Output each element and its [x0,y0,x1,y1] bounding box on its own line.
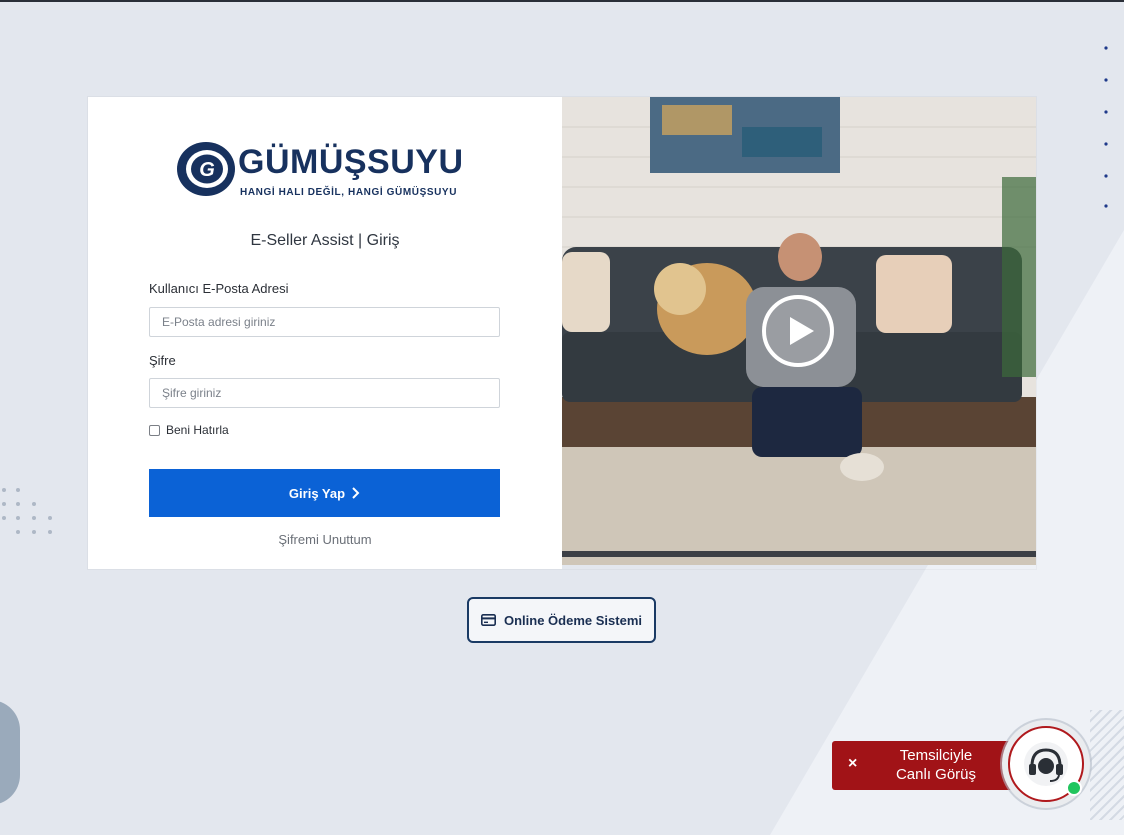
login-button-label: Giriş Yap [288,485,346,501]
password-label: Şifre [149,353,176,368]
online-payment-label: Online Ödeme Sistemi [504,612,642,628]
live-chat-bar[interactable]: × Temsilciyle Canlı Görüş [832,741,1022,790]
chat-label-line2: Canlı Görüş [895,766,977,783]
login-button[interactable]: Giriş Yap [149,469,500,517]
decorative-dots-left [2,488,52,534]
online-payment-button[interactable]: Online Ödeme Sistemi [467,597,656,643]
password-field[interactable] [149,378,500,408]
play-circle-icon[interactable] [760,293,836,369]
online-status-indicator [1066,780,1082,796]
forgot-password-link[interactable]: Şifremi Unuttum [88,532,562,547]
login-form-panel: G GÜMÜŞSUYU HANGİ HALI DEĞİL, HANGİ GÜMÜ… [88,97,562,569]
logo-mark-icon: G [177,142,235,196]
chat-close-icon[interactable]: × [848,755,857,773]
chevron-right-icon [352,487,360,499]
email-label: Kullanıcı E-Posta Adresi [149,281,289,296]
brand-tagline: HANGİ HALI DEĞİL, HANGİ GÜMÜŞSUYU [240,187,458,198]
video-panel[interactable] [562,97,1036,565]
brand-name: GÜMÜŞSUYU [238,143,464,181]
decorative-hatch [1090,710,1124,820]
svg-text:G: G [199,159,215,181]
login-card: G GÜMÜŞSUYU HANGİ HALI DEĞİL, HANGİ GÜMÜ… [88,97,1036,569]
remember-checkbox[interactable] [149,424,160,436]
chat-label-line1: Temsilciyle [899,747,973,764]
chat-label: Temsilciyle Canlı Görüş [876,746,996,784]
remember-me[interactable]: Beni Hatırla [149,423,229,437]
remember-label: Beni Hatırla [166,423,229,437]
brand-logo: G GÜMÜŞSUYU HANGİ HALI DEĞİL, HANGİ GÜMÜ… [176,137,476,207]
email-field[interactable] [149,307,500,337]
decorative-dots-right [1104,46,1108,208]
page-title: E-Seller Assist | Giriş [250,232,400,249]
credit-card-icon [481,614,496,626]
